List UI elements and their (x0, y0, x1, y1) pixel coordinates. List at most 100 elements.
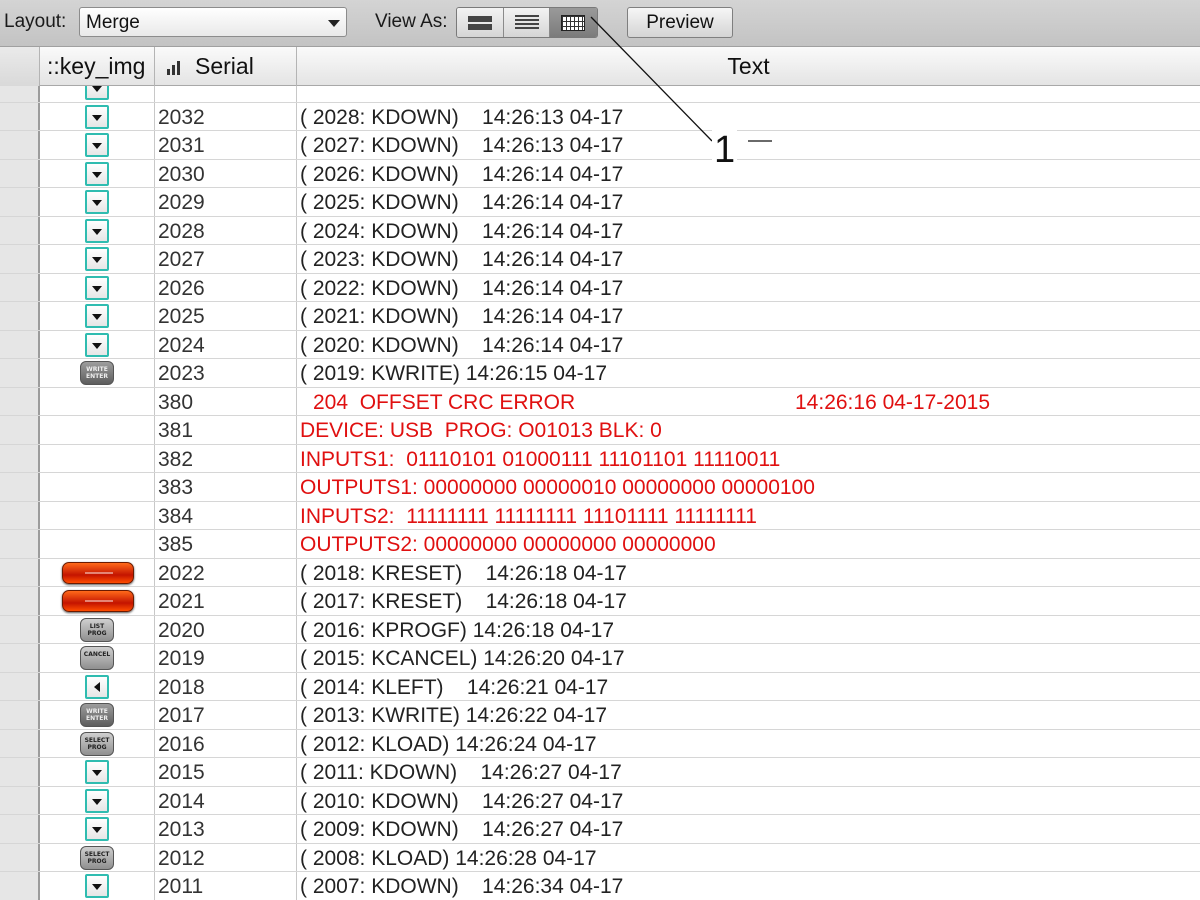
row-selector[interactable] (0, 444, 40, 472)
row-selector[interactable] (0, 872, 40, 900)
row-selector[interactable] (0, 245, 40, 273)
table-row[interactable]: 2014( 2010: KDOWN) 14:26:27 04-17 (0, 786, 1200, 815)
table-row[interactable]: 381 DEVICE: USB PROG: O01013 BLK: 0 (0, 416, 1200, 445)
table-row[interactable]: 2032( 2028: KDOWN) 14:26:13 04-17 (0, 102, 1200, 131)
row-selector[interactable] (0, 188, 40, 216)
row-selector[interactable] (0, 672, 40, 700)
table-row[interactable]: 2021( 2017: KRESET) 14:26:18 04-17 (0, 587, 1200, 616)
table-row[interactable]: 2022( 2018: KRESET) 14:26:18 04-17 (0, 558, 1200, 587)
table-row[interactable]: 2029( 2025: KDOWN) 14:26:14 04-17 (0, 188, 1200, 217)
error-text-cell: OUTPUTS2: 00000000 00000000 00000000 (300, 533, 716, 556)
serial-cell: 2017 (155, 701, 297, 729)
table-row[interactable]: 2015( 2011: KDOWN) 14:26:27 04-17 (0, 758, 1200, 787)
table-row[interactable]: WRITE ENTER 2017( 2013: KWRITE) 14:26:22 … (0, 701, 1200, 730)
lines-icon (514, 15, 539, 31)
serial-cell: 2022 (155, 558, 297, 586)
table-row[interactable]: WRITE ENTER 2023( 2019: KWRITE) 14:26:15 … (0, 359, 1200, 388)
row-selector[interactable] (0, 729, 40, 757)
text-cell: ( 2011: KDOWN) 14:26:27 04-17 (300, 761, 622, 784)
table-row[interactable]: 2026( 2022: KDOWN) 14:26:14 04-17 (0, 273, 1200, 302)
table-row[interactable]: 2024( 2020: KDOWN) 14:26:14 04-17 (0, 330, 1200, 359)
row-selector[interactable] (0, 387, 40, 415)
row-selector[interactable] (0, 701, 40, 729)
row-selector[interactable] (0, 102, 40, 130)
table-row[interactable]: 2025( 2021: KDOWN) 14:26:14 04-17 (0, 302, 1200, 331)
table-row[interactable]: 2018( 2014: KLEFT) 14:26:21 04-17 (0, 672, 1200, 701)
row-selector[interactable] (0, 86, 40, 102)
view-as-lines-button[interactable] (503, 8, 551, 37)
row-selector[interactable] (0, 587, 40, 615)
table-row[interactable]: 2011( 2007: KDOWN) 14:26:34 04-17 (0, 872, 1200, 900)
column-header-serial[interactable]: Serial (155, 47, 297, 86)
text-cell: ( 2024: KDOWN) 14:26:14 04-17 (300, 219, 624, 243)
table-row[interactable]: 382 INPUTS1: 01110101 01000111 11101101 1… (0, 444, 1200, 473)
table-row[interactable]: 384 INPUTS2: 11111111 11111111 11101111 1… (0, 501, 1200, 530)
table-row[interactable]: 2030( 2026: KDOWN) 14:26:14 04-17 (0, 159, 1200, 188)
table-row[interactable]: CANCEL 2019( 2015: KCANCEL) 14:26:20 04-1… (0, 644, 1200, 673)
column-header-key-img[interactable]: ::key_img (40, 47, 155, 86)
row-selector[interactable] (0, 330, 40, 358)
table-row[interactable]: 2031( 2027: KDOWN) 14:26:13 04-17 (0, 131, 1200, 160)
error-text-cell: INPUTS2: 11111111 11111111 11101111 1111… (300, 504, 757, 528)
column-header-text[interactable]: Text (297, 47, 1200, 86)
table-row[interactable]: 383 OUTPUTS1: 00000000 00000010 00000000 … (0, 473, 1200, 502)
left-arrow-key-icon (85, 674, 109, 699)
table-row[interactable]: SELECT PROG 2016( 2012: KLOAD) 14:26:24 0… (0, 729, 1200, 758)
serial-cell: 2028 (155, 216, 297, 244)
row-selector[interactable] (0, 416, 40, 444)
row-selector[interactable] (0, 302, 40, 330)
row-selector[interactable] (0, 473, 40, 501)
table-row[interactable]: 385 OUTPUTS2: 00000000 00000000 00000000 (0, 530, 1200, 559)
row-selector[interactable] (0, 501, 40, 529)
error-text-cell: 204 OFFSET CRC ERROR 14:26:16 04-17-2015 (297, 388, 1200, 416)
serial-cell: 2015 (155, 758, 297, 786)
view-as-grid-button[interactable] (550, 8, 597, 37)
key-img-cell (40, 131, 155, 159)
layout-select[interactable]: Merge (79, 7, 347, 37)
key-img-cell (40, 387, 155, 415)
cancel-key-icon: CANCEL (80, 646, 114, 670)
down-arrow-key-icon (85, 161, 109, 186)
key-img-cell: WRITE ENTER (40, 359, 155, 387)
toolbar: Layout: Merge View As: Preview (0, 0, 1200, 47)
down-arrow-key-icon (85, 304, 109, 328)
row-selector[interactable] (0, 758, 40, 786)
row-selector[interactable] (0, 216, 40, 244)
table-row[interactable]: 380 204 OFFSET CRC ERROR 14:26:16 04-17-20… (0, 387, 1200, 416)
row-selector[interactable] (0, 159, 40, 187)
row-selector[interactable] (0, 273, 40, 301)
row-selector[interactable] (0, 843, 40, 871)
key-img-cell (40, 245, 155, 273)
down-arrow-key-icon (85, 247, 109, 271)
text-cell: ( 2026: KDOWN) 14:26:14 04-17 (300, 162, 624, 186)
row-selector[interactable] (0, 558, 40, 586)
table-row[interactable]: SELECT PROG 2012( 2008: KLOAD) 14:26:28 0… (0, 843, 1200, 872)
key-img-cell (40, 302, 155, 330)
row-selector[interactable] (0, 615, 40, 643)
sort-icon (167, 59, 185, 75)
table-row[interactable]: LIST PROG 2020( 2016: KPROGF) 14:26:18 04… (0, 615, 1200, 644)
table-row[interactable]: 2013( 2009: KDOWN) 14:26:27 04-17 (0, 815, 1200, 844)
down-arrow-key-icon (85, 817, 109, 841)
table-row[interactable]: 2027( 2023: KDOWN) 14:26:14 04-17 (0, 245, 1200, 274)
row-selector[interactable] (0, 786, 40, 814)
serial-cell: 381 (155, 416, 297, 444)
row-selector[interactable] (0, 644, 40, 672)
key-img-cell (40, 216, 155, 244)
row-selector[interactable] (0, 359, 40, 387)
key-img-cell: LIST PROG (40, 615, 155, 643)
key-img-cell (40, 558, 155, 586)
row-selector[interactable] (0, 530, 40, 558)
row-header-corner[interactable] (0, 47, 40, 86)
row-selector[interactable] (0, 815, 40, 843)
row-selector[interactable] (0, 131, 40, 159)
view-as-list-button[interactable] (457, 8, 504, 37)
preview-button[interactable]: Preview (627, 7, 733, 38)
text-cell: ( 2023: KDOWN) 14:26:14 04-17 (300, 248, 624, 271)
serial-cell: 383 (155, 473, 297, 501)
table-row[interactable]: 2028( 2024: KDOWN) 14:26:14 04-17 (0, 216, 1200, 245)
serial-cell: 2011 (155, 872, 297, 900)
serial-cell: 2029 (155, 188, 297, 216)
layout-label: Layout: (4, 11, 67, 32)
table-row[interactable] (0, 86, 1200, 103)
